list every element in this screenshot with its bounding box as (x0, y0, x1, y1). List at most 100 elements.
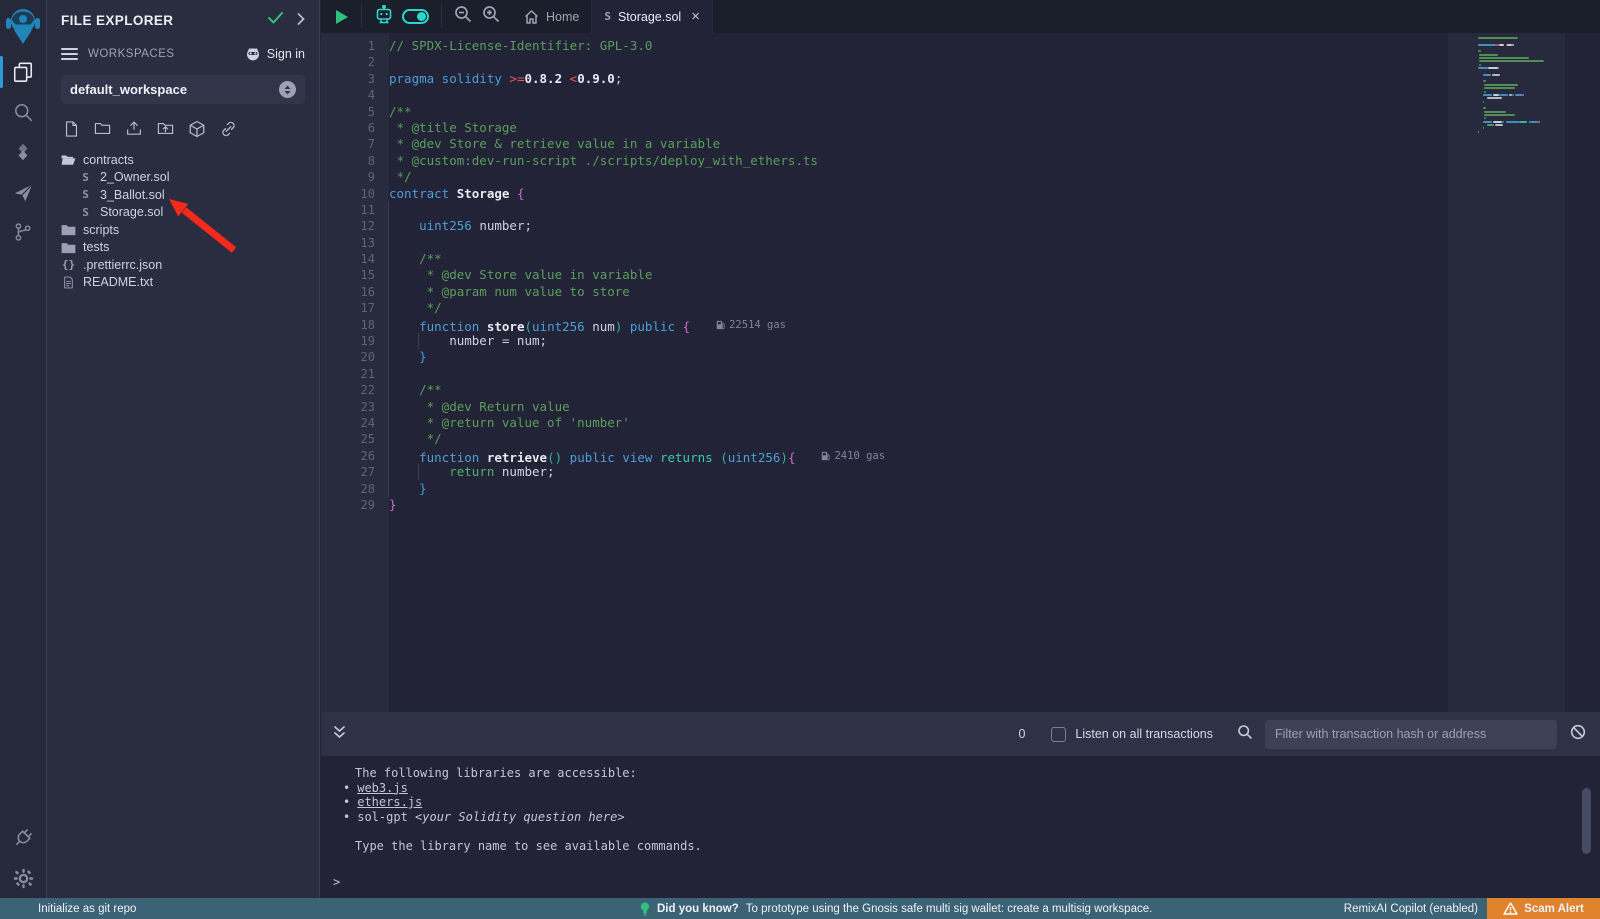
terminal-line (333, 824, 1600, 839)
code-line: // SPDX-License-Identifier: GPL-3.0 (389, 38, 1448, 54)
zoom-controls (442, 0, 512, 33)
code-line: * @return value of 'number' (389, 415, 1448, 431)
terminal-scrollbar-thumb[interactable] (1582, 788, 1591, 854)
code-line: } (389, 481, 1448, 497)
tree-item-label: 3_Ballot.sol (100, 188, 165, 202)
tree-item-label: 2_Owner.sol (100, 170, 169, 184)
terminal-link[interactable]: web3.js (357, 781, 408, 795)
tree-item-scripts[interactable]: scripts (47, 221, 319, 239)
code-line: number = num; (389, 333, 1448, 349)
status-bar: Initialize as git repo Did you know? To … (0, 898, 1600, 919)
code-line: * @dev Return value (389, 399, 1448, 415)
workspace-selector[interactable]: default_workspace (61, 75, 305, 104)
plugin-manager-icon[interactable] (0, 818, 47, 858)
workspaces-row: WORKSPACES Sign in (47, 42, 319, 66)
editor-tabbar: Home S Storage.sol × (321, 0, 1600, 33)
tree-item-tests[interactable]: tests (47, 239, 319, 257)
tab-label: Storage.sol (618, 10, 681, 24)
scam-alert-button[interactable]: Scam Alert (1487, 898, 1600, 919)
code-area[interactable]: // SPDX-License-Identifier: GPL-3.0pragm… (389, 33, 1448, 712)
tab-close-icon[interactable]: × (691, 8, 700, 25)
git-icon[interactable] (0, 212, 47, 252)
workspace-selected-value: default_workspace (70, 82, 279, 97)
main-area: Home S Storage.sol × 1234567891011121314… (321, 0, 1600, 898)
code-line: function retrieve() public view returns … (389, 448, 1448, 464)
settings-icon[interactable] (0, 858, 47, 898)
remix-ide-app: FILE EXPLORER WORKSPACES Sign in default… (0, 0, 1600, 919)
code-line: } (389, 497, 1448, 513)
tree-item-storage-sol[interactable]: SStorage.sol (47, 204, 319, 222)
solidity-file-icon: S (78, 206, 93, 219)
upload-file-icon[interactable] (125, 120, 143, 143)
tree-item-3-ballot-sol[interactable]: S 3_Ballot.sol (47, 186, 319, 204)
panel-title: FILE EXPLORER (61, 13, 268, 28)
code-line: contract Storage { (389, 186, 1448, 202)
file-explorer-icon[interactable] (0, 52, 47, 92)
solidity-file-icon: S (78, 188, 93, 201)
code-line: */ (389, 300, 1448, 316)
terminal-line: Type the library name to see available c… (333, 839, 1600, 854)
zoom-in-icon[interactable] (482, 5, 500, 28)
did-you-know-tip: Did you know? To prototype using the Gno… (640, 902, 1152, 916)
code-line: * @dev Store & retrieve value in a varia… (389, 136, 1448, 152)
terminal-lines: The following libraries are accessible:•… (333, 766, 1600, 853)
tree-item-readme-txt[interactable]: README.txt (47, 274, 319, 292)
tree-item--prettierrc-json[interactable]: {}.prettierrc.json (47, 256, 319, 274)
code-line: uint256 number; (389, 218, 1448, 234)
remixai-copilot-status[interactable]: RemixAI Copilot (enabled) (1344, 903, 1478, 915)
solidity-compiler-icon[interactable] (0, 132, 47, 172)
clear-console-icon[interactable] (1570, 724, 1586, 745)
run-script-button[interactable] (321, 0, 361, 33)
search-icon[interactable] (0, 92, 47, 132)
remixai-copilot-toggle[interactable] (402, 9, 429, 24)
code-line: */ (389, 431, 1448, 447)
upload-folder-icon[interactable] (156, 120, 175, 143)
code-line: */ (389, 169, 1448, 185)
workspace-caret-icon (279, 81, 296, 98)
status-check-icon (268, 11, 283, 29)
code-editor: 1234567891011121314151617181920212223242… (321, 33, 1600, 712)
terminal-prompt[interactable]: > (333, 875, 1600, 889)
init-git-repo-button[interactable]: Initialize as git repo (0, 903, 136, 915)
terminal-output[interactable]: The following libraries are accessible:•… (321, 756, 1600, 898)
solidity-file-icon: S (604, 10, 611, 23)
file-explorer-toolbar (47, 104, 319, 147)
remix-logo-icon[interactable] (0, 0, 47, 52)
tree-item-2-owner-sol[interactable]: S2_Owner.sol (47, 169, 319, 187)
tree-item-contracts[interactable]: contracts (47, 151, 319, 169)
link-icon[interactable] (219, 120, 238, 143)
terminal-search-icon[interactable] (1237, 724, 1253, 745)
code-line (389, 366, 1448, 382)
tree-item-label: tests (83, 240, 109, 254)
ipfs-cube-icon[interactable] (188, 120, 206, 143)
transaction-filter-input[interactable] (1265, 720, 1557, 749)
terminal-collapse-icon[interactable] (333, 725, 346, 744)
transaction-count-badge: 0 (1018, 727, 1025, 741)
minimap[interactable] (1448, 33, 1565, 712)
github-signin-button[interactable]: Sign in (245, 47, 305, 61)
activity-bar (0, 0, 47, 898)
terminal-link[interactable]: ethers.js (357, 795, 422, 809)
deploy-and-run-icon[interactable] (0, 172, 47, 212)
code-line: * @custom:dev-run-script ./scripts/deplo… (389, 153, 1448, 169)
folder-icon (61, 241, 76, 254)
indent-guide (418, 333, 419, 349)
code-line (389, 87, 1448, 103)
remixai-assistant-icon[interactable] (374, 5, 394, 29)
activity-bar-top (0, 0, 47, 252)
signin-label: Sign in (267, 47, 305, 61)
tab-home[interactable]: Home (512, 0, 592, 33)
warning-icon (1503, 902, 1518, 915)
tree-item-label: scripts (83, 223, 119, 237)
listen-all-transactions-checkbox[interactable] (1051, 727, 1066, 742)
zoom-out-icon[interactable] (454, 5, 472, 28)
panel-chevron-right-icon[interactable] (297, 13, 305, 28)
code-line (389, 202, 1448, 218)
tab-storage-sol[interactable]: S Storage.sol × (592, 0, 713, 33)
workspaces-menu-icon[interactable] (61, 45, 78, 63)
terminal-line: •web3.js (333, 781, 1600, 796)
code-line: * @dev Store value in variable (389, 267, 1448, 283)
new-folder-icon[interactable] (93, 120, 112, 143)
code-line: function store(uint256 num) public {2251… (389, 317, 1448, 333)
new-file-icon[interactable] (63, 120, 80, 143)
